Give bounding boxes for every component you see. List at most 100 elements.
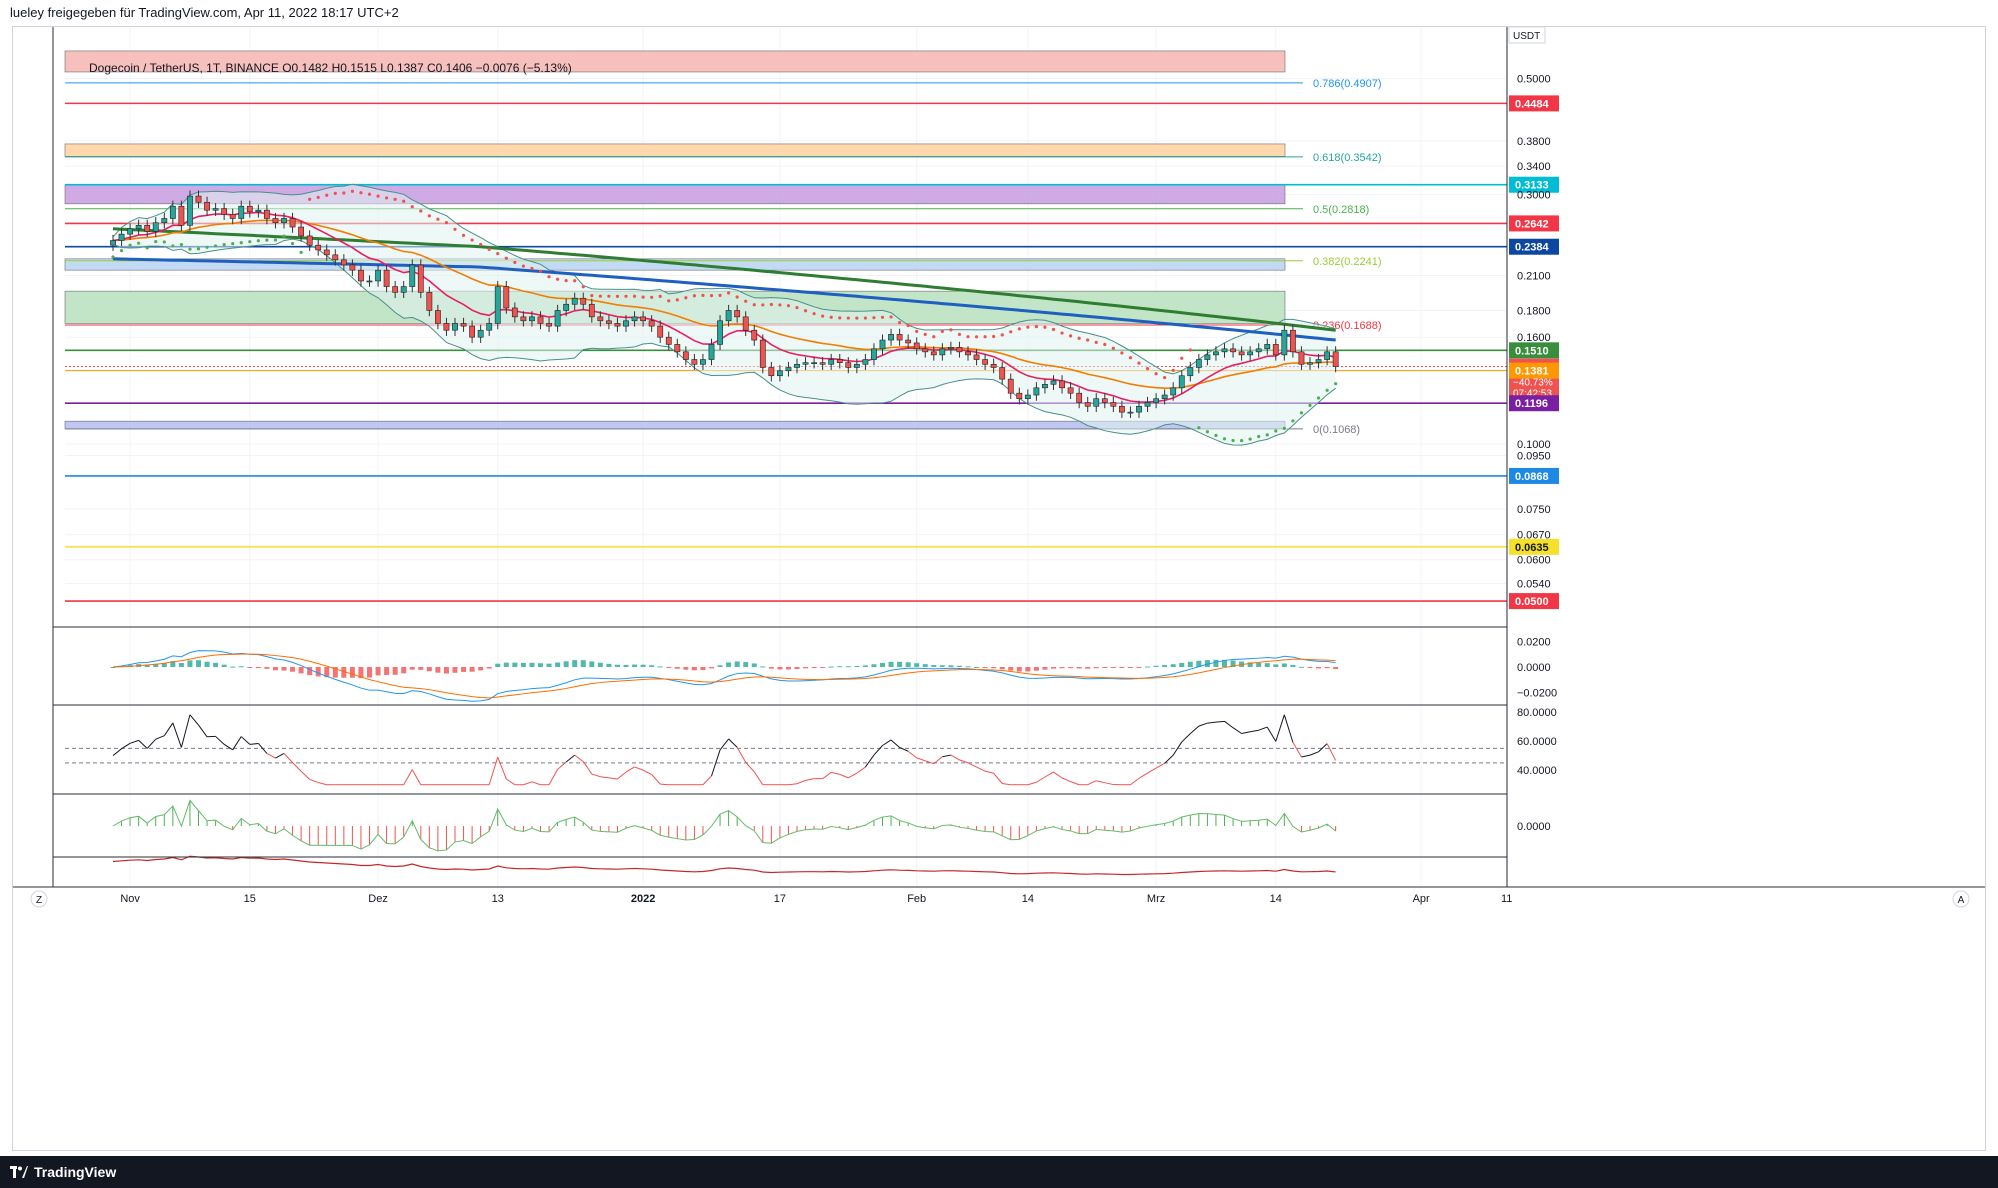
price-change-label: −40.73% <box>1513 378 1553 389</box>
candle-body <box>1315 359 1322 363</box>
candle-body <box>990 363 997 368</box>
price-tick-label: 0.3400 <box>1517 161 1551 173</box>
tradingview-logo[interactable]: TradingView <box>10 1162 116 1182</box>
candle-body <box>1238 351 1245 356</box>
price-tick-label: 0.2100 <box>1517 270 1551 282</box>
candle-body <box>717 320 723 345</box>
rsi-line-segment <box>625 766 635 773</box>
psar-dot <box>1137 361 1141 365</box>
rsi-line-segment <box>1155 762 1165 769</box>
candle-body <box>648 320 655 327</box>
currency-label: USDT <box>1513 31 1540 42</box>
rsi-line-segment <box>497 756 507 780</box>
price-tick-label: 0.3800 <box>1517 136 1551 148</box>
candle-body <box>751 329 758 341</box>
rsi-line-segment <box>1258 726 1268 731</box>
price-tick-label: 0.1800 <box>1517 305 1551 317</box>
rsi-line-segment <box>993 772 1003 784</box>
candle-body <box>623 320 629 327</box>
psar-dot <box>838 316 842 320</box>
psar-dot <box>1026 325 1030 329</box>
psar-dot <box>855 316 859 320</box>
psar-dot <box>1069 334 1073 338</box>
rsi-line-segment <box>591 773 601 778</box>
rsi-line-segment <box>506 778 516 786</box>
macd-histogram-bar <box>247 667 253 668</box>
a-button-label: A <box>1958 895 1965 906</box>
psar-dot <box>632 294 637 298</box>
psar-dot <box>992 334 996 339</box>
psar-dot <box>974 335 979 339</box>
psar-dot <box>701 293 705 297</box>
psar-dot <box>1197 426 1201 430</box>
candle-body <box>1076 392 1083 403</box>
candle-body <box>1290 329 1296 353</box>
candle-body <box>289 218 296 228</box>
candle-body <box>819 362 826 365</box>
macd-histogram-bar <box>726 662 732 667</box>
candle-body <box>229 214 236 219</box>
psar-dot <box>273 238 278 242</box>
macd-tick-label: 0.0000 <box>1517 662 1551 674</box>
rsi-line-segment <box>1087 780 1097 786</box>
rsi-line-segment <box>249 742 259 745</box>
psar-dot <box>1265 433 1269 437</box>
macd-histogram-bar <box>837 666 843 668</box>
macd-histogram-bar <box>674 667 680 669</box>
macd-histogram-bar <box>691 667 697 671</box>
z-button[interactable]: Z <box>30 890 48 908</box>
candle-body <box>1324 351 1330 360</box>
rsi-line-segment <box>1318 743 1328 753</box>
macd-histogram-bar <box>777 667 783 670</box>
fib-label: 0.5(0.2818) <box>1313 204 1369 216</box>
rsi-line-segment <box>976 766 986 772</box>
macd-histogram-bar <box>1016 667 1022 672</box>
price-tick-label: 0.3000 <box>1517 190 1551 202</box>
psar-dot <box>427 214 431 218</box>
candle-body <box>383 269 390 287</box>
macd-histogram-bar <box>204 661 210 667</box>
rsi-line-segment <box>163 722 174 736</box>
macd-histogram-bar <box>384 667 390 676</box>
macd-histogram-bar <box>230 666 236 668</box>
rsi-tick-label: 80.0000 <box>1517 707 1557 719</box>
psar-dot <box>940 329 944 333</box>
time-tick-label: 2022 <box>631 893 655 905</box>
rsi-line-segment <box>266 752 276 759</box>
candle-body <box>999 367 1006 380</box>
candle-body <box>674 344 681 353</box>
rsi-line-segment <box>1164 754 1174 764</box>
rsi-line-segment <box>959 759 969 764</box>
main-chart-svg[interactable]: 0.786(0.4907) 0.618(0.3542) 0.5(0.2818) 0.3… <box>13 26 1985 1150</box>
a-button[interactable]: A <box>1952 890 1970 908</box>
rsi-line-segment <box>1189 725 1200 735</box>
candle-body <box>965 351 971 356</box>
lower-oscillator-pane <box>112 855 1336 876</box>
price-badge-label: 0.1381 <box>1515 366 1549 378</box>
macd-histogram-bar <box>1033 667 1039 671</box>
psar-dot <box>880 315 885 319</box>
macd-histogram-bar <box>820 667 826 668</box>
psar-dot <box>265 238 269 242</box>
candle-body <box>281 218 287 224</box>
macd-histogram-bar <box>1170 664 1176 667</box>
psar-dot <box>624 294 628 298</box>
macd-histogram-bar <box>349 667 355 678</box>
candle-body <box>127 228 133 235</box>
osc-line <box>112 799 1336 852</box>
price-tick-label: 0.5000 <box>1517 74 1551 86</box>
osc-tick-label: 0.0000 <box>1517 821 1551 833</box>
psar-dot <box>1180 356 1184 360</box>
psar-dot <box>119 248 124 253</box>
macd-histogram-bar <box>221 664 227 667</box>
psar-dot <box>1205 430 1209 434</box>
macd-tick-label: −0.0200 <box>1517 688 1557 700</box>
psar-dot <box>573 279 577 283</box>
macd-histogram-bar <box>854 665 860 667</box>
candle-body <box>366 280 373 283</box>
candle-body <box>298 226 304 237</box>
candle-body <box>657 325 664 338</box>
psar-dot <box>248 240 252 244</box>
macd-histogram-bar <box>1119 667 1125 668</box>
rsi-line-segment <box>1283 714 1294 743</box>
